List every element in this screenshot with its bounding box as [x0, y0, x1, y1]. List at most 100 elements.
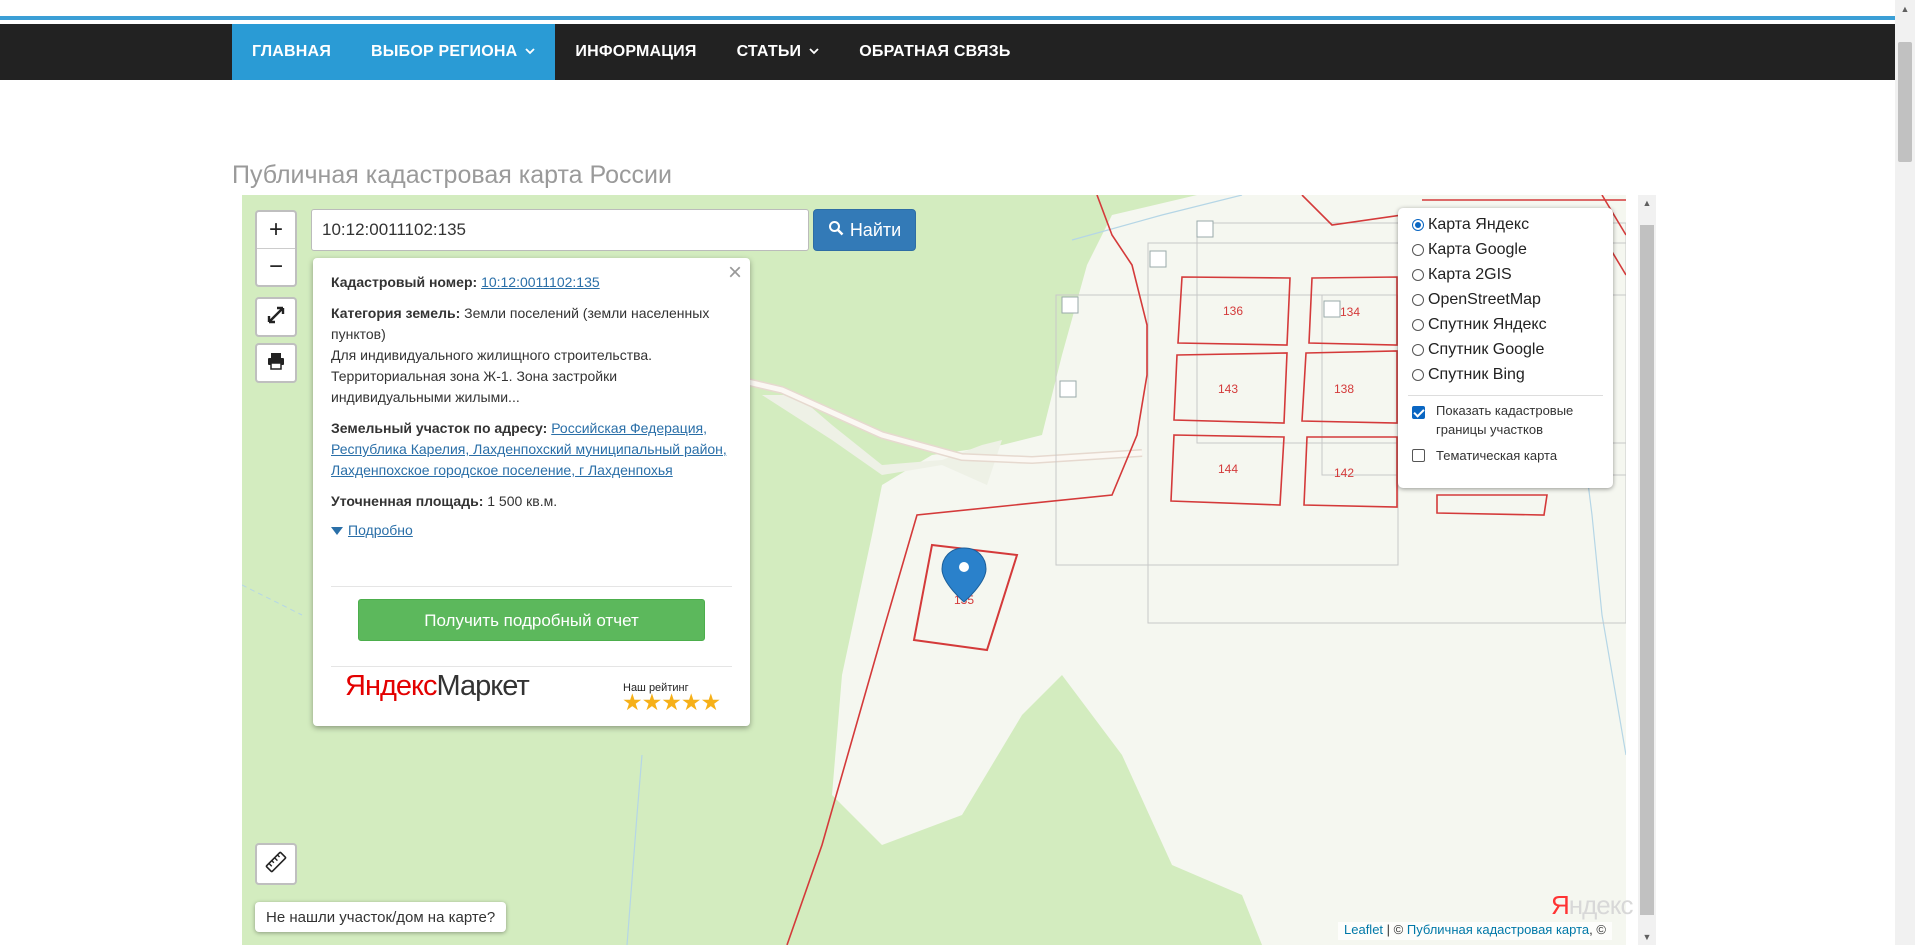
nav-item-region[interactable]: ВЫБОР РЕГИОНА: [351, 24, 556, 80]
nav-item-label: ИНФОРМАЦИЯ: [575, 43, 697, 60]
show-boundaries-label: Показать кадастровые границы участков: [1436, 403, 1574, 437]
divider: [331, 666, 732, 667]
measure-button[interactable]: [255, 843, 297, 885]
radio-icon[interactable]: [1412, 319, 1424, 331]
layer-option-label: Спутник Google: [1428, 341, 1545, 358]
parcel-label: 136: [1223, 304, 1243, 318]
divider: [331, 586, 732, 587]
layer-option-label: Карта Google: [1428, 241, 1527, 258]
layer-option-label: Карта 2GIS: [1428, 266, 1512, 283]
parcel-info-popup: × Кадастровый номер: 10:12:0011102:135 К…: [313, 258, 750, 726]
attribution-sep: | ©: [1383, 922, 1407, 937]
expand-icon: [266, 305, 286, 330]
fullscreen-button[interactable]: [255, 297, 297, 337]
nav-item-label: ВЫБОР РЕГИОНА: [371, 43, 518, 60]
divider: [1408, 395, 1603, 396]
cadastral-number-row: Кадастровый номер: 10:12:0011102:135: [331, 272, 732, 293]
address-row: Земельный участок по адресу: Российская …: [331, 418, 732, 481]
parcel-label: 142: [1334, 466, 1354, 480]
get-report-button[interactable]: Получить подробный отчет: [358, 599, 705, 641]
page-scrollbar-thumb[interactable]: [1898, 42, 1912, 162]
show-boundaries-checkbox[interactable]: [1412, 406, 1425, 419]
radio-icon[interactable]: [1412, 219, 1424, 231]
radio-icon[interactable]: [1412, 369, 1424, 381]
leaflet-link[interactable]: Leaflet: [1344, 922, 1383, 937]
layer-option-yandex-satellite[interactable]: Спутник Яндекс: [1412, 316, 1547, 334]
logo-part: ндекс: [1568, 890, 1634, 920]
chevron-down-icon: [525, 46, 536, 58]
radio-icon[interactable]: [1412, 269, 1424, 281]
zoom-control: + −: [255, 210, 297, 287]
print-button[interactable]: [255, 343, 297, 383]
thematic-map-checkbox[interactable]: [1412, 449, 1425, 462]
nav-item-feedback[interactable]: ОБРАТНАЯ СВЯЗЬ: [839, 24, 1030, 80]
layer-option-google-map[interactable]: Карта Google: [1412, 241, 1527, 259]
ruler-icon: [265, 851, 287, 878]
parcel-label: 143: [1218, 382, 1238, 396]
nav-item-label: ГЛАВНАЯ: [252, 43, 332, 60]
nav-item-label: СТАТЬИ: [736, 43, 802, 60]
main-navbar: ГЛАВНАЯ ВЫБОР РЕГИОНА ИНФОРМАЦИЯ СТАТЬИ …: [0, 24, 1895, 80]
not-found-button[interactable]: Не нашли участок/дом на карте?: [255, 902, 507, 932]
rating-stars: ★★★★★: [622, 689, 721, 715]
layer-option-label: Спутник Яндекс: [1428, 316, 1547, 333]
top-accent-line: [0, 0, 1895, 20]
layer-option-label: Спутник Bing: [1428, 366, 1525, 383]
logo-part: Я: [1551, 890, 1570, 920]
search-button[interactable]: Найти: [813, 209, 916, 251]
nav-item-label: ОБРАТНАЯ СВЯЗЬ: [859, 43, 1011, 60]
zoom-in-button[interactable]: +: [257, 212, 295, 249]
chevron-down-icon: [809, 46, 819, 58]
printer-icon: [267, 352, 285, 375]
area-row: Уточненная площадь: 1 500 кв.м.: [331, 491, 732, 512]
yandex-market-logo[interactable]: ЯндексМаркет: [345, 672, 530, 701]
nav-menu: ГЛАВНАЯ ВЫБОР РЕГИОНА ИНФОРМАЦИЯ СТАТЬИ …: [232, 24, 1031, 80]
map-scrollbar-thumb[interactable]: [1640, 225, 1654, 915]
layer-option-2gis-map[interactable]: Карта 2GIS: [1412, 266, 1512, 284]
triangle-down-icon: [331, 526, 343, 535]
logo-part: Яндекс: [345, 670, 438, 702]
nav-item-articles[interactable]: СТАТЬИ: [717, 24, 840, 80]
map-attribution: Leaflet | © Публичная кадастровая карта,…: [1338, 922, 1612, 940]
cadastral-number-label: Кадастровый номер:: [331, 274, 478, 290]
radio-icon[interactable]: [1412, 294, 1424, 306]
close-icon[interactable]: ×: [728, 261, 742, 285]
logo-part: Маркет: [436, 670, 530, 702]
search-button-label: Найти: [849, 219, 902, 240]
layer-option-label: OpenStreetMap: [1428, 291, 1541, 308]
zoom-out-button[interactable]: −: [257, 249, 295, 285]
parcel-label: 144: [1218, 462, 1238, 476]
layer-option-osm[interactable]: OpenStreetMap: [1412, 291, 1541, 309]
map-scrollbar[interactable]: ▲ ▼: [1638, 195, 1656, 945]
land-use-text: Для индивидуального жилищного строительс…: [331, 347, 653, 405]
land-category-label: Категория земель:: [331, 305, 461, 321]
details-link[interactable]: Подробно: [348, 520, 413, 541]
parcel-label: 138: [1334, 382, 1354, 396]
cadastral-number-link[interactable]: 10:12:0011102:135: [481, 274, 600, 290]
layer-option-label: Карта Яндекс: [1428, 216, 1530, 233]
address-label: Земельный участок по адресу:: [331, 420, 548, 436]
nav-item-home[interactable]: ГЛАВНАЯ: [232, 24, 352, 80]
page-title: Публичная кадастровая карта России: [232, 160, 672, 189]
attribution-tail: , ©: [1589, 922, 1606, 937]
layer-switcher: Карта Яндекс Карта Google Карта 2GIS Ope…: [1398, 208, 1613, 488]
layer-option-yandex-map[interactable]: Карта Яндекс: [1412, 216, 1529, 234]
layer-option-google-satellite[interactable]: Спутник Google: [1412, 341, 1544, 359]
land-category-row: Категория земель: Земли поселений (земли…: [331, 303, 732, 345]
area-label: Уточненная площадь:: [331, 493, 484, 509]
scroll-down-icon[interactable]: ▼: [1638, 932, 1656, 942]
parcel-label: 134: [1340, 305, 1360, 319]
scroll-up-icon[interactable]: ▲: [1638, 198, 1656, 208]
nav-item-info[interactable]: ИНФОРМАЦИЯ: [555, 24, 716, 80]
search-icon: [828, 220, 850, 241]
radio-icon[interactable]: [1412, 344, 1424, 356]
details-toggle[interactable]: Подробно: [331, 520, 732, 541]
cadastral-search-input[interactable]: [311, 209, 809, 251]
radio-icon[interactable]: [1412, 244, 1424, 256]
page-scrollbar[interactable]: ▲: [1895, 0, 1915, 945]
pkk-link[interactable]: Публичная кадастровая карта: [1407, 922, 1589, 937]
thematic-map-label: Тематическая карта: [1436, 448, 1558, 463]
yandex-logo: Яндекс: [1551, 890, 1634, 921]
scroll-up-icon[interactable]: ▲: [1895, 4, 1915, 14]
layer-option-bing-satellite[interactable]: Спутник Bing: [1412, 366, 1525, 384]
